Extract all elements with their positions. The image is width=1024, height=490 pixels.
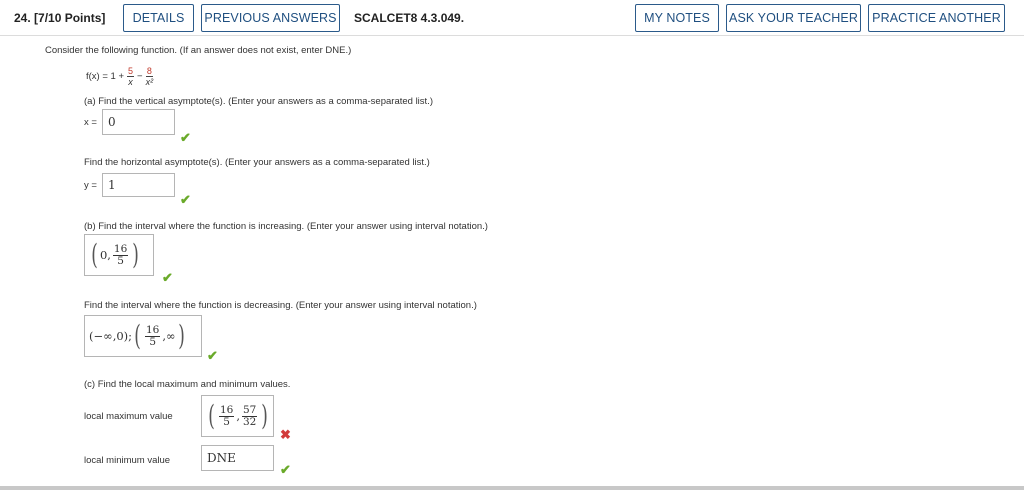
details-button[interactable]: DETAILS xyxy=(123,4,194,32)
local-min-input[interactable]: DNE xyxy=(201,445,274,471)
x-equals-label: x = xyxy=(84,117,97,128)
practice-another-button[interactable]: PRACTICE ANOTHER xyxy=(868,4,1005,32)
checkmark-icon: ✔ xyxy=(280,462,291,477)
checkmark-icon: ✔ xyxy=(207,348,218,363)
fraction-term-1: 5 x xyxy=(127,66,135,87)
checkmark-icon: ✔ xyxy=(180,192,191,207)
fraction-numerator: 5 xyxy=(127,66,135,77)
interval-tail: ,∞ xyxy=(162,329,176,343)
points-badge: [7/10 Points] xyxy=(34,11,106,25)
decreasing-interval-question: Find the interval where the function is … xyxy=(84,300,477,311)
open-paren: ( xyxy=(208,399,215,432)
function-lhs: f(x) = 1 + xyxy=(86,71,125,82)
fraction-denominator: 32 xyxy=(242,415,257,428)
decreasing-interval-input[interactable]: (−∞,0); ( 16 5 ,∞ ) xyxy=(84,315,202,357)
part-c-question: (c) Find the local maximum and minimum v… xyxy=(84,379,291,390)
checkmark-icon: ✔ xyxy=(162,270,173,285)
horizontal-asymptote-input[interactable]: 1 xyxy=(102,173,175,197)
interval-fraction: 16 5 xyxy=(112,242,129,267)
fraction-denominator: 5 xyxy=(149,335,157,348)
my-notes-button[interactable]: MY NOTES xyxy=(635,4,719,32)
question-number-text: 24. xyxy=(14,11,31,25)
close-paren: ) xyxy=(261,399,269,432)
y-equals-label: y = xyxy=(84,180,97,191)
close-paren: ) xyxy=(132,238,140,271)
close-paren: ) xyxy=(177,319,185,352)
interval-fraction: 16 5 xyxy=(144,323,161,348)
fraction-denominator: x xyxy=(128,77,133,87)
open-paren: ( xyxy=(91,238,98,271)
fraction-denominator: 5 xyxy=(117,254,124,267)
previous-answers-button[interactable]: PREVIOUS ANSWERS xyxy=(201,4,340,32)
interval-left: 0, xyxy=(99,248,111,262)
function-definition: f(x) = 1 + 5 x − 8 x² xyxy=(86,66,156,87)
open-paren: ( xyxy=(134,319,141,352)
part-b-question: (b) Find the interval where the function… xyxy=(84,221,488,232)
local-max-input[interactable]: ( 16 5 , 57 32 ) xyxy=(201,395,274,437)
part-a-question: (a) Find the vertical asymptote(s). (Ent… xyxy=(84,96,433,107)
question-prompt: Consider the following function. (If an … xyxy=(45,45,352,56)
fraction-numerator: 16 xyxy=(218,403,235,417)
max-y-fraction: 57 32 xyxy=(241,403,258,428)
problem-code: SCALCET8 4.3.049. xyxy=(354,11,465,25)
max-x-fraction: 16 5 xyxy=(218,403,235,428)
question-header: 24. [7/10 Points] DETAILS PREVIOUS ANSWE… xyxy=(0,0,1024,36)
scrollbar-track[interactable] xyxy=(0,486,1024,490)
x-mark-icon: ✖ xyxy=(280,427,291,442)
increasing-interval-input[interactable]: ( 0, 16 5 ) xyxy=(84,234,154,276)
ask-your-teacher-button[interactable]: ASK YOUR TEACHER xyxy=(726,4,861,32)
fraction-numerator: 16 xyxy=(112,242,129,256)
fraction-denominator: 5 xyxy=(223,415,230,428)
fraction-denominator: x² xyxy=(145,77,154,87)
fraction-numerator: 8 xyxy=(145,66,153,77)
comma: , xyxy=(236,409,240,423)
checkmark-icon: ✔ xyxy=(180,130,191,145)
local-min-label: local minimum value xyxy=(84,455,171,466)
fraction-numerator: 16 xyxy=(144,323,161,337)
question-number: 24. [7/10 Points] xyxy=(14,11,105,25)
fraction-numerator: 57 xyxy=(241,403,258,417)
horizontal-asymptote-question: Find the horizontal asymptote(s). (Enter… xyxy=(84,157,430,168)
interval-first: (−∞,0); xyxy=(89,329,133,343)
minus-sign: − xyxy=(137,71,143,82)
vertical-asymptote-input[interactable]: 0 xyxy=(102,109,175,135)
fraction-term-2: 8 x² xyxy=(146,66,154,87)
local-max-label: local maximum value xyxy=(84,411,173,422)
